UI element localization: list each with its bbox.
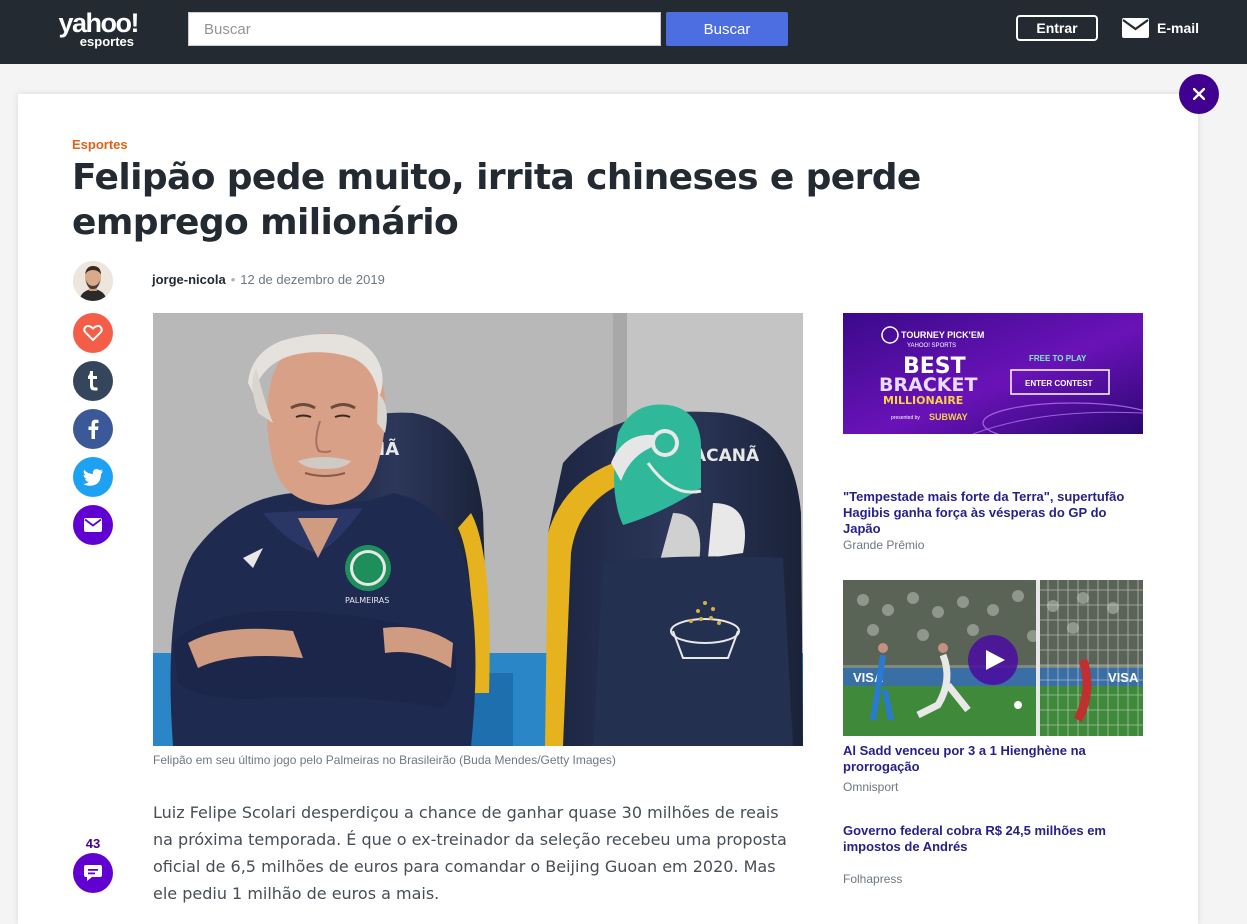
heart-icon: [83, 325, 103, 342]
sidebar-story-source: Folhapress: [843, 872, 903, 886]
mail-icon: [84, 518, 102, 532]
ad-line4: BRACKET: [879, 374, 977, 396]
mail-share-button[interactable]: [73, 505, 113, 545]
logo-subtitle: esportes: [79, 34, 134, 49]
soccer-match-image: VISA VISA: [843, 580, 1143, 736]
envelope-icon: [1122, 18, 1149, 38]
twitter-icon: [83, 468, 103, 486]
top-bar: yahoo! esportes Buscar Entrar E-mail: [0, 0, 1247, 64]
jersey-badge-text: PALMEIRAS: [345, 596, 389, 605]
byline: jorge-nicola • 12 de dezembro de 2019: [152, 272, 385, 287]
close-modal-button[interactable]: [1179, 74, 1219, 114]
author-name[interactable]: jorge-nicola: [152, 272, 226, 287]
comment-icon: [84, 865, 102, 881]
article-category[interactable]: Esportes: [72, 137, 128, 152]
tumblr-share-button[interactable]: [73, 361, 113, 401]
sidebar-story-title[interactable]: "Tempestade mais forte da Terra", supert…: [843, 489, 1143, 537]
sidebar-video-thumbnail[interactable]: VISA VISA: [843, 580, 1143, 736]
ad-sponsor: SUBWAY: [929, 412, 968, 422]
facebook-icon: [88, 419, 99, 439]
publish-date: 12 de dezembro de 2019: [240, 272, 385, 287]
search-button[interactable]: Buscar: [666, 12, 788, 46]
author-avatar[interactable]: [73, 261, 113, 301]
ad-sponsor-prefix: presented by: [891, 415, 920, 421]
article-modal: Esportes Felipão pede muito, irrita chin…: [18, 94, 1198, 924]
search-input[interactable]: [188, 12, 661, 46]
mail-label: E-mail: [1157, 20, 1200, 36]
ad-line1: TOURNEY PICK'EM: [901, 330, 984, 340]
twitter-share-button[interactable]: [73, 457, 113, 497]
tumblr-icon: [88, 371, 98, 391]
seat-right-text: ACANÃ: [693, 443, 760, 466]
image-caption: Felipão em seu último jogo pelo Palmeira…: [153, 753, 616, 767]
ad-cta[interactable]: ENTER CONTEST: [1025, 379, 1093, 388]
felipao-bench-photo: CANÃ ACANÃ: [153, 313, 803, 746]
signin-button[interactable]: Entrar: [1016, 15, 1098, 41]
author-photo: [73, 261, 113, 301]
ad-line5: MILLIONAIRE: [883, 394, 963, 407]
sidebar-story-title[interactable]: Governo federal cobra R$ 24,5 milhões em…: [843, 823, 1143, 855]
close-icon: [1193, 88, 1205, 100]
comment-count: 43: [85, 836, 101, 851]
sidebar-story-title[interactable]: Al Sadd venceu por 3 a 1 Hienghène na pr…: [843, 743, 1143, 775]
mail-link[interactable]: E-mail: [1122, 18, 1199, 38]
ad-banner: TOURNEY PICK'EM YAHOO! SPORTS BEST BRACK…: [843, 313, 1143, 434]
article-hero-image[interactable]: CANÃ ACANÃ: [153, 313, 803, 746]
yahoo-esportes-logo[interactable]: yahoo! esportes: [42, 8, 139, 49]
ad-free-label: FREE TO PLAY: [1029, 354, 1087, 363]
board-text-right: VISA: [1108, 670, 1139, 685]
article-body: Luiz Felipe Scolari desperdiçou a chance…: [153, 803, 787, 903]
ad-line2: YAHOO! SPORTS: [907, 343, 956, 349]
like-button[interactable]: [73, 313, 113, 353]
logo-wordmark: yahoo!: [58, 8, 139, 38]
byline-separator: •: [230, 272, 236, 287]
facebook-share-button[interactable]: [73, 409, 113, 449]
article-title: Felipão pede muito, irrita chineses e pe…: [72, 157, 921, 243]
sidebar-story-source: Omnisport: [843, 780, 899, 794]
bracket-contest-ad[interactable]: TOURNEY PICK'EM YAHOO! SPORTS BEST BRACK…: [843, 313, 1143, 434]
sidebar-story-source: Grande Prêmio: [843, 538, 925, 552]
comments-button[interactable]: 43: [73, 836, 113, 893]
comment-bubble: [73, 853, 113, 893]
